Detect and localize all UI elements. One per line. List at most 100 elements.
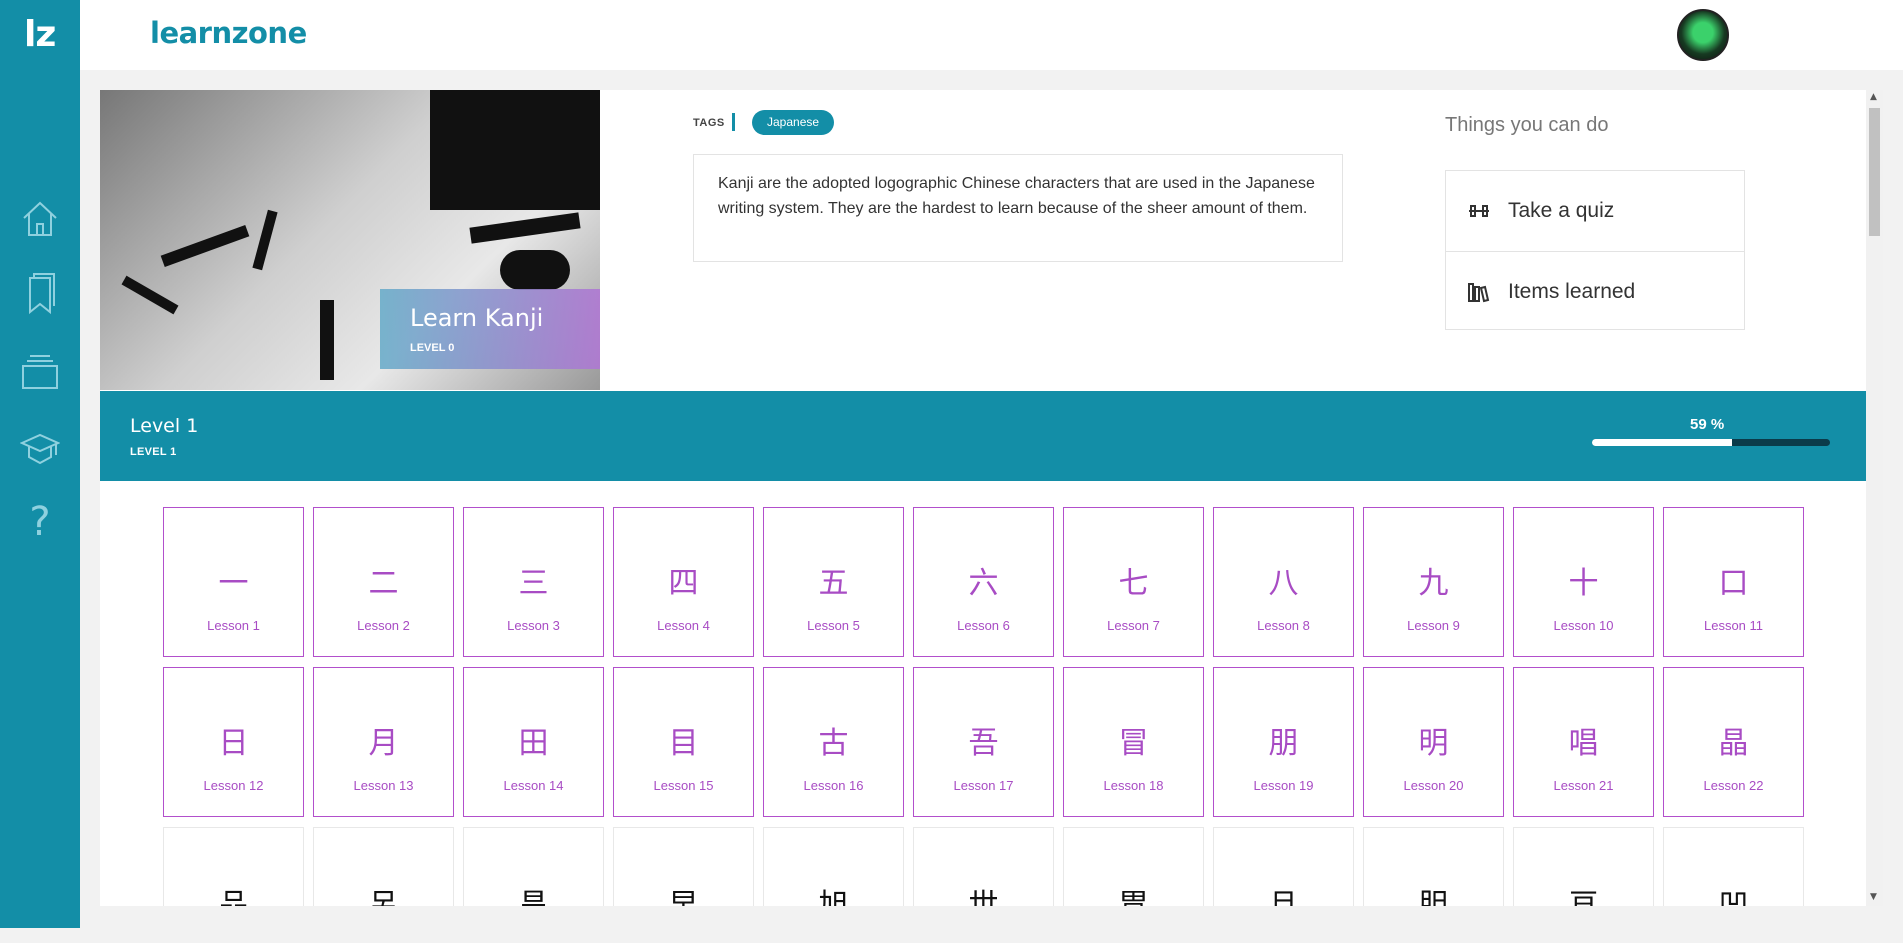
help-icon[interactable]: ? xyxy=(20,499,60,545)
lesson-card[interactable]: 胃 xyxy=(1063,827,1204,906)
course-hero-image: Learn Kanji LEVEL 0 xyxy=(100,90,600,390)
lesson-label: Lesson 4 xyxy=(657,618,710,633)
lesson-card[interactable]: 明 Lesson 20 xyxy=(1363,667,1504,817)
lesson-card[interactable]: 早 xyxy=(613,827,754,906)
lesson-kanji: 亘 xyxy=(1568,888,1599,906)
lesson-card[interactable]: 七 Lesson 7 xyxy=(1063,507,1204,657)
lesson-kanji: 六 xyxy=(968,566,999,601)
user-avatar[interactable] xyxy=(1677,9,1729,61)
lesson-card[interactable]: 唱 Lesson 21 xyxy=(1513,667,1654,817)
lesson-card[interactable]: 二 Lesson 2 xyxy=(313,507,454,657)
level-sub: LEVEL 1 xyxy=(130,446,177,458)
lesson-kanji: 十 xyxy=(1568,566,1599,601)
course-title: Learn Kanji xyxy=(410,304,544,332)
lesson-label: Lesson 22 xyxy=(1703,778,1764,793)
lesson-label: Lesson 20 xyxy=(1403,778,1464,793)
lesson-card[interactable]: 八 Lesson 8 xyxy=(1213,507,1354,657)
graduation-cap-icon[interactable] xyxy=(20,426,60,470)
lesson-kanji: 世 xyxy=(968,888,999,906)
main-scrollbar[interactable]: ▲ ▼ xyxy=(1866,90,1883,906)
lesson-card[interactable]: 呂 xyxy=(313,827,454,906)
lesson-card[interactable]: 十 Lesson 10 xyxy=(1513,507,1654,657)
lesson-label: Lesson 12 xyxy=(203,778,264,793)
home-icon[interactable] xyxy=(20,196,60,240)
lesson-card[interactable]: 一 Lesson 1 xyxy=(163,507,304,657)
lesson-kanji: 日 xyxy=(218,726,249,761)
lesson-card[interactable]: 吾 Lesson 17 xyxy=(913,667,1054,817)
lesson-label: Lesson 6 xyxy=(957,618,1010,633)
bookmarks-icon[interactable] xyxy=(20,272,60,316)
actions-list: Take a quiz Items learned xyxy=(1445,170,1745,330)
tag-japanese[interactable]: Japanese xyxy=(752,110,835,135)
lesson-label: Lesson 8 xyxy=(1257,618,1310,633)
lesson-card[interactable]: 晶 Lesson 22 xyxy=(1663,667,1804,817)
lesson-card[interactable]: 三 Lesson 3 xyxy=(463,507,604,657)
lesson-card[interactable]: 凹 xyxy=(1663,827,1804,906)
lesson-card[interactable]: 四 Lesson 4 xyxy=(613,507,754,657)
items-learned-label: Items learned xyxy=(1508,279,1636,303)
lesson-kanji: 八 xyxy=(1268,566,1299,601)
lesson-card[interactable]: 亘 xyxy=(1513,827,1654,906)
lesson-label: Lesson 19 xyxy=(1253,778,1314,793)
lesson-card[interactable]: 口 Lesson 11 xyxy=(1663,507,1804,657)
lesson-card[interactable]: 旦 xyxy=(1213,827,1354,906)
lesson-card[interactable]: 昌 xyxy=(463,827,604,906)
lesson-kanji: 五 xyxy=(818,566,849,601)
sidebar-logo[interactable]: lz xyxy=(24,14,56,55)
lesson-card[interactable]: 旭 xyxy=(763,827,904,906)
scroll-down-arrow[interactable]: ▼ xyxy=(1870,892,1877,902)
take-quiz-label: Take a quiz xyxy=(1508,199,1615,222)
progress-percent: 59 % xyxy=(1690,416,1725,433)
stack-icon[interactable] xyxy=(20,350,60,394)
course-title-badge: Learn Kanji LEVEL 0 xyxy=(380,289,600,369)
lesson-card[interactable]: 月 Lesson 13 xyxy=(313,667,454,817)
lesson-kanji: 九 xyxy=(1418,566,1449,601)
lesson-label: Lesson 13 xyxy=(353,778,414,793)
lesson-card[interactable]: 世 xyxy=(913,827,1054,906)
lesson-card[interactable]: 朋 Lesson 19 xyxy=(1213,667,1354,817)
dumbbell-icon xyxy=(1466,198,1492,224)
lesson-kanji: 胃 xyxy=(1118,888,1149,906)
level-name: Level 1 xyxy=(130,415,199,437)
lesson-kanji: 一 xyxy=(218,566,249,601)
lesson-kanji: 吾 xyxy=(968,726,999,761)
lesson-label: Lesson 17 xyxy=(953,778,1014,793)
lesson-kanji: 月 xyxy=(368,726,399,761)
items-learned-button[interactable]: Items learned xyxy=(1446,251,1744,331)
lesson-card[interactable]: 冒 Lesson 18 xyxy=(1063,667,1204,817)
lesson-label: Lesson 15 xyxy=(653,778,714,793)
course-description: Kanji are the adopted logographic Chines… xyxy=(693,154,1343,262)
lesson-card[interactable]: 五 Lesson 5 xyxy=(763,507,904,657)
lesson-card[interactable]: 日 Lesson 12 xyxy=(163,667,304,817)
lesson-kanji: 三 xyxy=(518,566,549,601)
lesson-card[interactable]: 九 Lesson 9 xyxy=(1363,507,1504,657)
progress-bar-fill xyxy=(1592,439,1733,446)
lesson-label: Lesson 2 xyxy=(357,618,410,633)
lesson-card[interactable]: 品 xyxy=(163,827,304,906)
lesson-card[interactable]: 古 Lesson 16 xyxy=(763,667,904,817)
calligraphy-stroke xyxy=(320,300,334,380)
things-title: Things you can do xyxy=(1445,114,1609,136)
calligraphy-stroke xyxy=(160,224,250,268)
calligraphy-stroke xyxy=(500,250,570,290)
lesson-kanji: 四 xyxy=(668,566,699,601)
level-header: Level 1 LEVEL 1 59 % xyxy=(100,391,1866,481)
lesson-label: Lesson 21 xyxy=(1553,778,1614,793)
lesson-card[interactable]: 田 Lesson 14 xyxy=(463,667,604,817)
lesson-card[interactable]: 目 Lesson 15 xyxy=(613,667,754,817)
lesson-label: Lesson 1 xyxy=(207,618,260,633)
take-quiz-button[interactable]: Take a quiz xyxy=(1446,171,1744,251)
lesson-card[interactable]: 胆 xyxy=(1363,827,1504,906)
scroll-up-arrow[interactable]: ▲ xyxy=(1870,92,1877,102)
brand-logo[interactable]: learnzone xyxy=(150,16,307,50)
lesson-label: Lesson 11 xyxy=(1703,618,1764,633)
lesson-kanji: 旭 xyxy=(818,888,849,906)
lesson-label: Lesson 16 xyxy=(803,778,864,793)
lesson-kanji: 凹 xyxy=(1718,888,1749,906)
lesson-kanji: 呂 xyxy=(368,888,399,906)
calligraphy-stroke xyxy=(121,275,179,315)
lesson-label: Lesson 10 xyxy=(1553,618,1614,633)
lesson-card[interactable]: 六 Lesson 6 xyxy=(913,507,1054,657)
scroll-thumb[interactable] xyxy=(1869,108,1880,236)
lesson-kanji: 目 xyxy=(668,726,699,761)
